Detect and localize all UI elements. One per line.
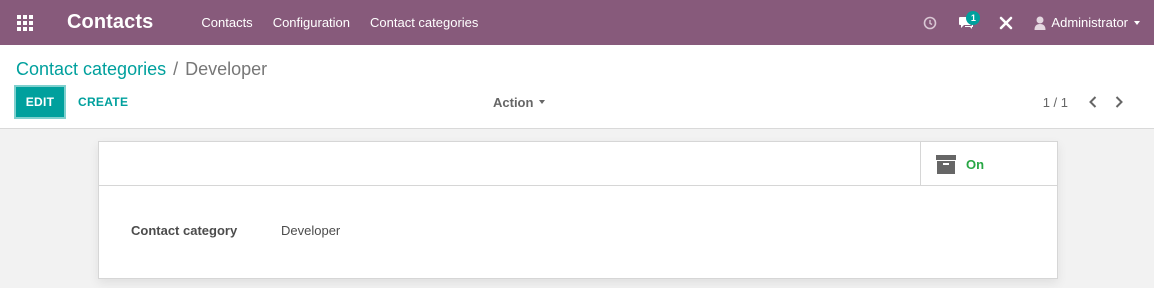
form-sheet: On Contact category Developer <box>98 141 1058 279</box>
action-menu-button[interactable]: Action <box>493 85 546 119</box>
debug-tools-button[interactable] <box>992 0 1020 45</box>
top-navbar: Contacts Contacts Configuration Contact … <box>0 0 1154 45</box>
menu-item-contact-categories[interactable]: Contact categories <box>360 0 488 45</box>
app-title[interactable]: Contacts <box>67 11 153 34</box>
pager-value[interactable]: 1 / 1 <box>1043 95 1068 110</box>
caret-down-icon <box>1134 20 1140 25</box>
chevron-right-icon <box>1115 96 1123 108</box>
breadcrumb-parent[interactable]: Contact categories <box>16 59 166 80</box>
user-menu[interactable]: Administrator <box>1034 0 1140 45</box>
active-toggle-label: On <box>966 156 985 172</box>
user-name: Administrator <box>1051 15 1128 30</box>
action-label: Action <box>493 94 534 110</box>
active-toggle-button[interactable]: On <box>920 142 1057 186</box>
menu-item-configuration[interactable]: Configuration <box>263 0 360 45</box>
clock-icon <box>924 16 937 29</box>
activities-button[interactable] <box>916 0 944 45</box>
caret-down-icon <box>539 100 546 104</box>
apps-menu-button[interactable] <box>0 0 50 45</box>
create-button[interactable]: CREATE <box>78 85 128 119</box>
edit-button[interactable]: EDIT <box>14 85 66 119</box>
systray: 1 Administrator <box>916 0 1154 45</box>
button-box: On <box>99 142 1057 186</box>
main-menu: Contacts Configuration Contact categorie… <box>191 0 488 45</box>
field-row-contact-category: Contact category Developer <box>131 223 340 238</box>
pager: 1 / 1 <box>1043 85 1132 119</box>
user-icon <box>1034 16 1046 30</box>
menu-item-contacts[interactable]: Contacts <box>191 0 262 45</box>
messaging-button[interactable]: 1 <box>952 0 981 45</box>
chevron-left-icon <box>1089 96 1097 108</box>
breadcrumb: Contact categories / Developer <box>16 59 267 80</box>
control-panel: Contact categories / Developer EDIT CREA… <box>0 45 1154 129</box>
pager-next-button[interactable] <box>1106 85 1132 119</box>
field-label: Contact category <box>131 223 238 238</box>
messages-count-badge: 1 <box>966 11 981 25</box>
field-value: Developer <box>281 223 341 238</box>
breadcrumb-current: Developer <box>185 59 268 79</box>
debug-tools-icon <box>1000 16 1013 29</box>
apps-grid-icon <box>17 14 33 31</box>
pager-previous-button[interactable] <box>1080 85 1106 119</box>
breadcrumb-separator: / <box>173 59 179 79</box>
archive-icon <box>936 154 956 174</box>
